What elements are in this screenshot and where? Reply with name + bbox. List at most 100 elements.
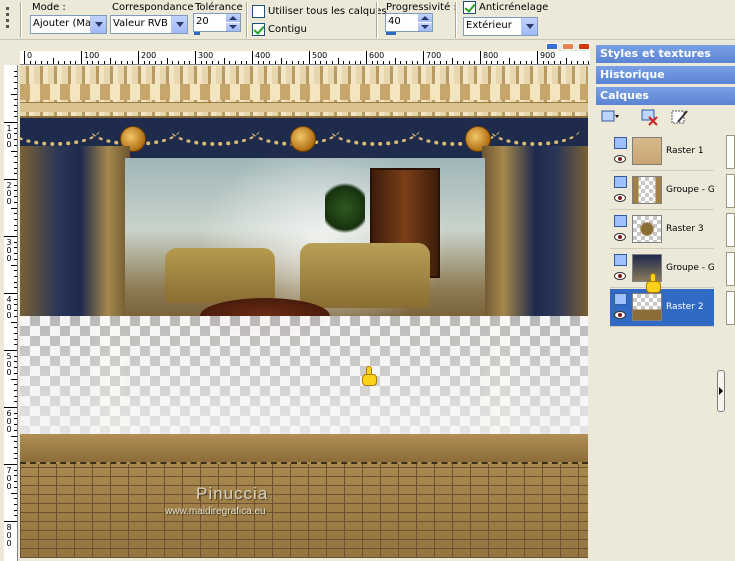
ruler-minor-tick [11,492,17,494]
ruler-minor-tick [177,61,179,64]
feather-stepper[interactable]: 40 [385,13,433,35]
chevron-down-icon[interactable] [171,16,187,33]
layer-name: Raster 3 [666,224,704,234]
ruler-minor-tick [434,61,436,64]
mode-dropdown[interactable]: Ajouter (Maœ [30,15,107,34]
ruler-major-tick [4,122,17,123]
ruler-major-tick [309,51,310,64]
contiguous-checkbox[interactable] [252,23,265,36]
raster-layer-icon [614,137,627,149]
ruler-minor-tick [14,441,17,443]
tolerance-stepper[interactable]: 20 [193,13,241,35]
antialias-checkbox[interactable] [463,1,476,14]
visibility-eye-icon[interactable] [614,233,626,241]
styles-palette-title[interactable]: Styles et textures [596,45,735,63]
ruler-minor-tick [14,384,17,386]
ruler-minor-tick [502,61,504,64]
ruler-label: 500 [312,51,328,60]
antialias-mode-dropdown[interactable]: Extérieur [463,17,538,36]
chevron-down-icon[interactable] [521,18,537,35]
visibility-eye-icon[interactable] [614,272,626,280]
history-palette-title[interactable]: Historique [596,66,735,84]
ruler-minor-tick [14,355,17,357]
ruler-label: 2 0 0 [6,181,12,206]
delete-layer-icon[interactable] [640,108,660,126]
ruler-minor-tick [14,486,17,488]
visibility-eye-icon[interactable] [614,311,626,319]
ruler-minor-tick [11,150,17,152]
ruler-minor-tick [14,304,17,306]
visibility-eye-icon[interactable] [614,194,626,202]
ruler-minor-tick [14,144,17,146]
ruler-minor-tick [160,61,162,64]
layer-extra-column [726,213,735,247]
ruler-minor-tick [274,61,276,64]
ruler-minor-tick [14,70,17,72]
maximize-icon[interactable] [562,43,574,50]
ruler-minor-tick [14,184,17,186]
spin-down-icon[interactable] [418,23,432,31]
layers-palette-title[interactable]: Calques [596,87,735,105]
spin-up-icon[interactable] [418,14,432,22]
ruler-minor-tick [565,58,567,64]
ruler-minor-tick [417,61,419,64]
match-mode-dropdown[interactable]: Valeur RVB [110,15,188,34]
ruler-minor-tick [86,61,88,64]
image-window-titlebar[interactable] [18,43,594,51]
ruler-minor-tick [75,61,77,64]
ruler-label: 3 0 0 [6,238,12,263]
ruler-minor-tick [14,344,17,346]
ruler-minor-tick [405,61,407,64]
antialias-label: Anticrénelage [479,2,549,13]
ruler-minor-tick [35,61,37,64]
layer-row[interactable]: Raster 2 [610,289,714,327]
chevron-down-icon[interactable] [90,16,106,33]
ruler-minor-tick [576,61,578,64]
spin-up-icon[interactable] [226,14,240,22]
minimize-icon[interactable] [546,43,558,50]
ruler-minor-tick [14,116,17,118]
use-all-layers-checkbox[interactable] [252,5,265,18]
toolbar-grip[interactable] [3,4,13,36]
ruler-label: 5 0 0 [6,352,12,377]
ruler-minor-tick [212,61,214,64]
ruler-minor-tick [217,61,219,64]
ruler-major-tick [252,51,253,64]
palette-panel: Styles et textures Historique Calques Ra… [596,43,735,561]
ruler-major-tick [366,51,367,64]
ruler-minor-tick [14,161,17,163]
ruler-minor-tick [519,61,521,64]
image-canvas[interactable]: Pinuccia www.maidiregrafica.eu [20,66,588,558]
layer-properties-icon[interactable] [670,108,690,126]
layer-row[interactable]: Raster 1 [610,133,714,171]
ruler-major-tick [195,51,196,64]
ruler-minor-tick [29,61,31,64]
new-layer-icon[interactable] [600,108,620,126]
spin-down-icon[interactable] [226,23,240,31]
close-icon[interactable] [578,43,590,50]
ruler-minor-tick [445,61,447,64]
ruler-minor-tick [14,167,17,169]
ruler-minor-tick [14,503,17,505]
horizontal-ruler[interactable]: 0 100 200 300 400 500 600 700 800 900 [20,51,590,65]
panel-collapse-button[interactable] [717,370,725,412]
layer-row[interactable]: Raster 3 [610,211,714,249]
ruler-minor-tick [11,378,17,380]
ruler-minor-tick [411,61,413,64]
ruler-minor-tick [269,61,271,64]
cornice-decoration [20,66,588,118]
layer-name: Groupe - Gr [666,185,714,195]
layer-row[interactable]: Groupe - Gr [610,172,714,210]
tiled-floor [20,464,588,558]
ruler-minor-tick [326,61,328,64]
ruler-minor-tick [14,372,17,374]
vertical-ruler[interactable]: 1 0 0 2 0 0 3 0 0 4 0 0 5 0 0 6 0 0 7 0 0 8 0 0 [4,65,18,561]
feather-slider-bar[interactable] [386,32,396,35]
tolerance-slider-bar[interactable] [194,32,200,35]
ruler-minor-tick [14,218,17,220]
visibility-eye-icon[interactable] [614,155,626,163]
ruler-major-tick [4,236,17,237]
layer-row[interactable]: Groupe - Gr [610,250,714,288]
match-mode-label: Correspondance : [112,2,201,13]
ruler-minor-tick [14,287,17,289]
